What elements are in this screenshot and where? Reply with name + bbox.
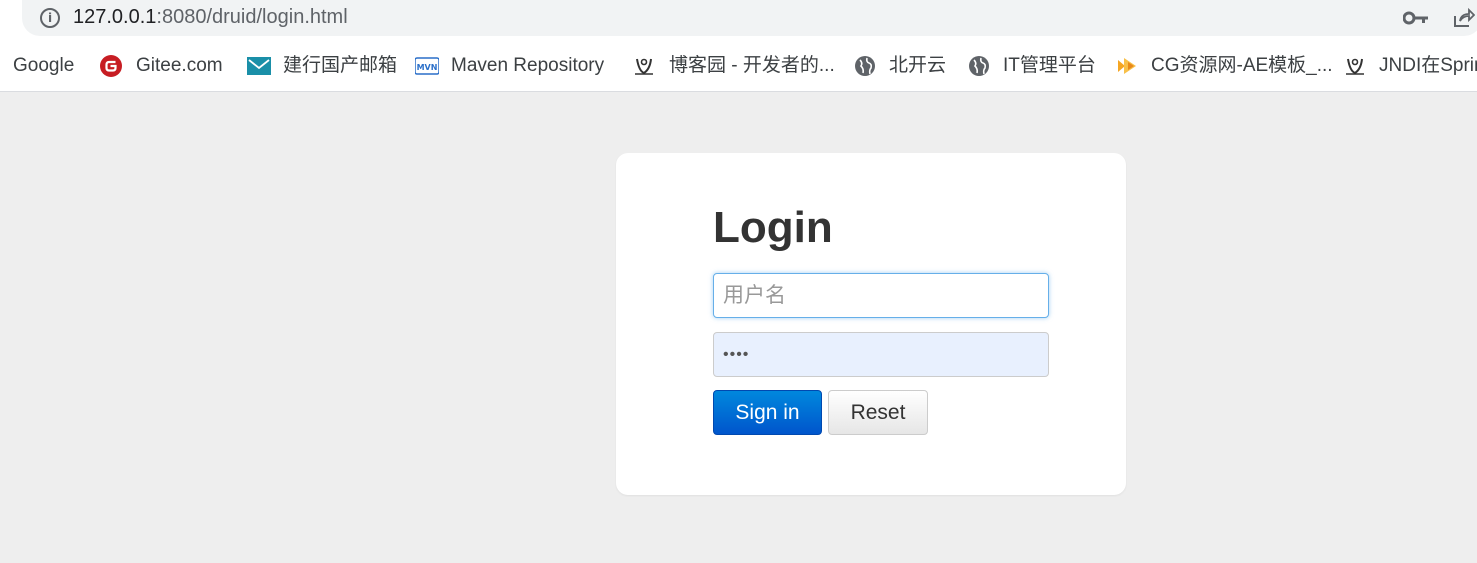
cg-icon bbox=[1118, 58, 1136, 74]
login-card: Login Sign in Reset bbox=[616, 153, 1126, 495]
key-icon[interactable] bbox=[1403, 10, 1429, 26]
url-text[interactable]: 127.0.0.1:8080/druid/login.html bbox=[73, 6, 348, 29]
password-input[interactable] bbox=[713, 332, 1049, 377]
bookmarks-bar: Google Gitee.com 建行国产邮箱 MVN Maven Reposi… bbox=[0, 40, 1477, 92]
share-icon[interactable] bbox=[1451, 6, 1475, 30]
login-title: Login bbox=[713, 203, 833, 252]
bookmark-label: Maven Repository bbox=[451, 55, 605, 76]
bookmark-label: 建行国产邮箱 bbox=[283, 55, 398, 76]
url-path: :8080/druid/login.html bbox=[156, 6, 348, 28]
url-host: 127.0.0.1 bbox=[73, 6, 157, 28]
reset-button[interactable]: Reset bbox=[828, 390, 928, 435]
address-bar: i 127.0.0.1:8080/druid/login.html bbox=[0, 0, 1477, 40]
gitee-icon bbox=[100, 55, 122, 77]
bookmark-label: IT管理平台 bbox=[1003, 55, 1096, 76]
bookmark-label: Google bbox=[13, 55, 75, 76]
signin-button[interactable]: Sign in bbox=[713, 390, 822, 435]
svg-text:MVN: MVN bbox=[417, 63, 438, 72]
bookmark-label: 北开云 bbox=[889, 55, 947, 76]
cnblogs-icon bbox=[1346, 58, 1364, 75]
info-icon[interactable]: i bbox=[40, 8, 60, 28]
username-input[interactable] bbox=[713, 273, 1049, 318]
bookmark-label: Gitee.com bbox=[136, 55, 223, 76]
bookmark-label: 博客园 - 开发者的... bbox=[669, 55, 835, 76]
mail-icon bbox=[247, 57, 271, 75]
bookmark-label: JNDI在Spring bbox=[1379, 55, 1477, 76]
cnblogs-icon bbox=[635, 58, 653, 75]
bookmark-label: CG资源网-AE模板_... bbox=[1151, 55, 1333, 76]
globe-icon bbox=[855, 56, 875, 76]
mvn-icon: MVN bbox=[415, 57, 439, 75]
globe-icon bbox=[969, 56, 989, 76]
